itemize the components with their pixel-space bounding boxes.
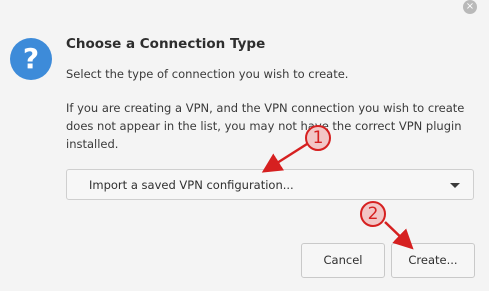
question-icon: ? — [10, 38, 52, 80]
connection-type-value: Import a saved VPN configuration... — [89, 178, 294, 192]
dialog-title: Choose a Connection Type — [66, 36, 266, 52]
connection-type-dialog: × ? Choose a Connection Type Select the … — [0, 0, 489, 291]
connection-type-select[interactable]: Import a saved VPN configuration... — [66, 169, 474, 200]
dialog-subtitle: Select the type of connection you wish t… — [66, 67, 349, 81]
vpn-info-text: If you are creating a VPN, and the VPN c… — [66, 101, 465, 151]
chevron-down-icon — [450, 183, 460, 188]
create-button[interactable]: Create... — [391, 243, 475, 278]
cancel-button[interactable]: Cancel — [301, 243, 385, 278]
close-icon[interactable]: × — [463, 0, 477, 14]
annotation-badge-1: 1 — [305, 125, 331, 151]
annotation-badge-2: 2 — [360, 201, 386, 227]
